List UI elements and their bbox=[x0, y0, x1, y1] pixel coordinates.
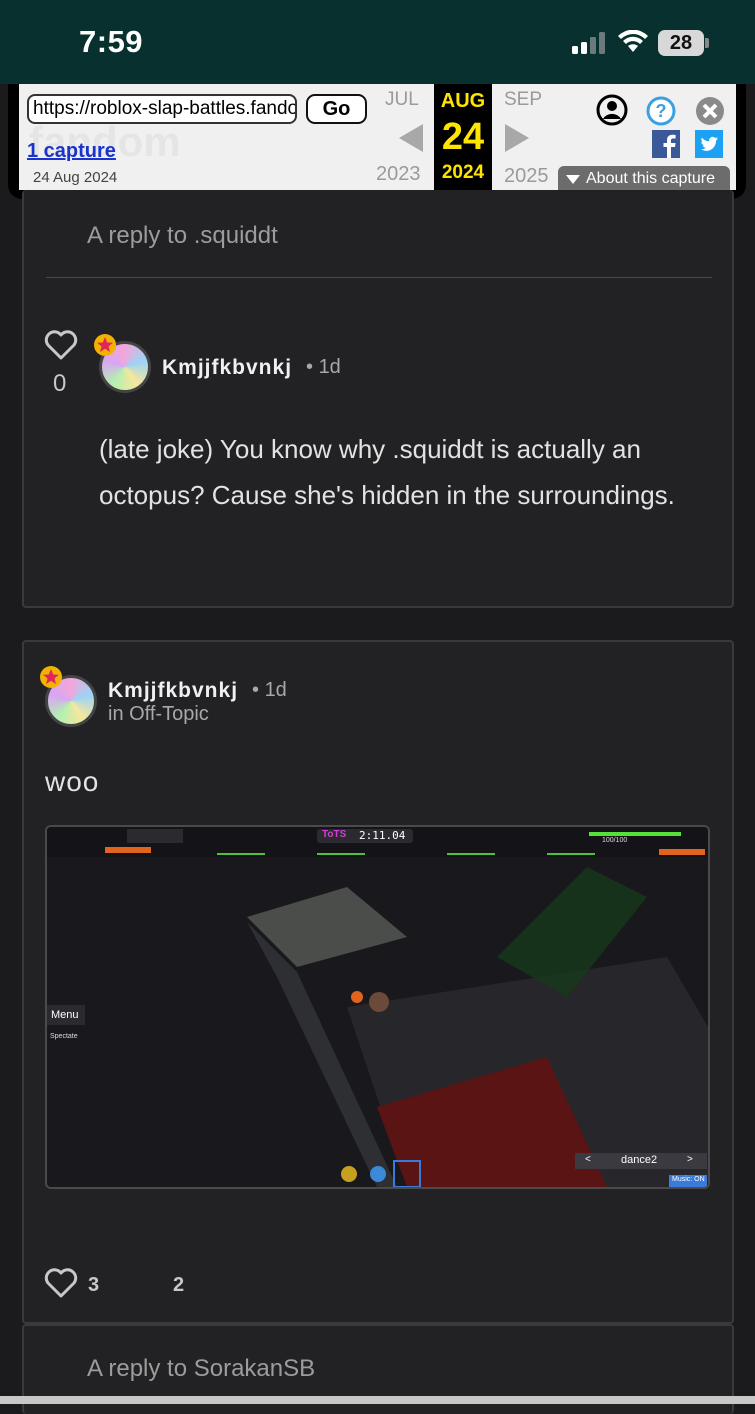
game-health: 100/100 bbox=[602, 837, 628, 844]
wayback-next-month[interactable]: SEP bbox=[504, 89, 542, 111]
game-music-toggle: Music: ON bbox=[672, 1176, 705, 1183]
wayback-go-button[interactable]: Go bbox=[306, 94, 367, 124]
wayback-next-year[interactable]: 2025 bbox=[504, 165, 549, 188]
svg-text:?: ? bbox=[656, 101, 667, 121]
heart-icon[interactable] bbox=[44, 1268, 78, 1298]
current-month: AUG bbox=[440, 90, 486, 112]
wayback-captures-link[interactable]: 1 capture bbox=[27, 140, 116, 163]
prev-capture-arrow-icon[interactable] bbox=[399, 124, 423, 152]
clock: 7:59 bbox=[79, 24, 144, 59]
user-account-icon[interactable] bbox=[596, 94, 628, 126]
wayback-panel: fandom https://roblox-slap-battles.fando… bbox=[19, 84, 736, 192]
wayback-current-date: AUG 24 2024 bbox=[434, 84, 492, 190]
facebook-icon[interactable] bbox=[652, 130, 680, 158]
game-tag: ToTS bbox=[322, 829, 347, 840]
current-year: 2024 bbox=[441, 162, 485, 183]
wayback-url-input[interactable]: https://roblox-slap-battles.fandom.com bbox=[27, 94, 297, 124]
comment-time: 1d bbox=[318, 356, 341, 378]
game-scene bbox=[47, 827, 708, 1187]
game-emote-next-icon: > bbox=[687, 1154, 693, 1165]
heart-icon[interactable] bbox=[44, 330, 78, 360]
comment-timestamp: • 1d bbox=[306, 356, 341, 378]
game-emote-label: dance2 bbox=[621, 1154, 658, 1166]
help-icon[interactable]: ? bbox=[646, 96, 676, 126]
wifi-icon bbox=[618, 30, 648, 52]
comment-like-count: 0 bbox=[53, 370, 67, 397]
browser-bottom-bar bbox=[0, 1396, 755, 1404]
star-badge-icon bbox=[94, 334, 116, 356]
game-menu-button: Menu bbox=[51, 1009, 79, 1021]
wayback-toolbar: fandom https://roblox-slap-battles.fando… bbox=[8, 84, 746, 199]
reply-to-label[interactable]: A reply to .squiddt bbox=[87, 222, 278, 250]
post-username[interactable]: Kmjjfkbvnkj bbox=[108, 679, 238, 703]
current-day: 24 bbox=[441, 116, 485, 158]
post-like-count: 3 bbox=[88, 1274, 100, 1296]
cellular-signal-icon bbox=[572, 32, 605, 54]
close-icon[interactable] bbox=[695, 96, 725, 126]
next-capture-arrow-icon[interactable] bbox=[505, 124, 529, 152]
twitter-icon[interactable] bbox=[695, 130, 723, 158]
reply-card: A reply to .squiddt 0 Kmjjfkbvnkj • 1d (… bbox=[22, 190, 734, 608]
wayback-capture-date: 24 Aug 2024 bbox=[33, 169, 118, 186]
reply-to-label[interactable]: A reply to SorakanSB bbox=[87, 1355, 315, 1383]
divider bbox=[46, 277, 712, 278]
game-spectate-button: Spectate bbox=[50, 1033, 78, 1040]
post-title: woo bbox=[45, 766, 100, 797]
battery-tip bbox=[705, 38, 709, 48]
post-timestamp: • 1d bbox=[252, 679, 287, 701]
about-capture-label: About this capture bbox=[586, 170, 715, 187]
about-capture-button[interactable]: About this capture bbox=[558, 166, 730, 192]
star-badge-icon bbox=[40, 666, 62, 688]
battery-icon: 28 bbox=[658, 30, 704, 56]
status-bar: 7:59 28 bbox=[0, 0, 755, 84]
post-reply-count[interactable]: 2 bbox=[173, 1274, 184, 1297]
comment-username[interactable]: Kmjjfkbvnkj bbox=[162, 356, 292, 380]
game-timer: 2:11.04 bbox=[359, 829, 406, 842]
post-image[interactable]: ToTS 2:11.04 100/100 Menu Spectate < dan… bbox=[45, 825, 710, 1189]
chevron-down-icon bbox=[566, 175, 580, 184]
game-emote-prev-icon: < bbox=[585, 1154, 591, 1165]
comment-text: (late joke) You know why .squiddt is act… bbox=[99, 434, 675, 510]
post-time: 1d bbox=[264, 679, 287, 701]
post-category[interactable]: in Off-Topic bbox=[108, 703, 209, 726]
wayback-prev-year[interactable]: 2023 bbox=[376, 163, 421, 186]
wayback-prev-month[interactable]: JUL bbox=[385, 89, 419, 111]
